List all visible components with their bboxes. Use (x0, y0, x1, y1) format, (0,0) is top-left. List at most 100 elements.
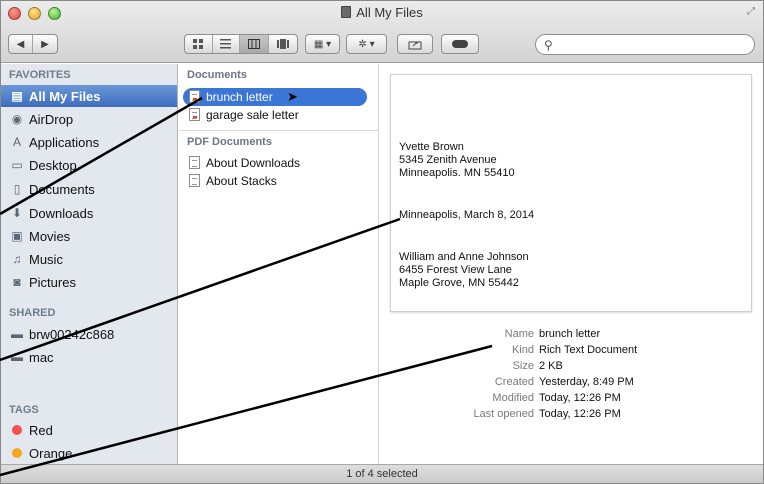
pictures-icon: ◙ (13, 275, 21, 289)
action-button[interactable]: ✲ ▾ (346, 34, 387, 54)
sidebar-item-documents[interactable]: ▯ Documents (1, 178, 177, 200)
preview-pane: Yvette Brown 5345 Zenith Avenue Minneapo… (380, 64, 763, 464)
sidebar-header-favorites: FAVORITES (9, 69, 71, 81)
sidebar-item-tag-orange[interactable]: Orange (1, 442, 177, 464)
sidebar-item-label: Pictures (29, 274, 76, 290)
search-input[interactable] (556, 37, 737, 52)
sidebar-item-shared-printer[interactable]: ▬ brw00242c868 (1, 323, 177, 345)
info-row-kind: Kind Rich Text Document (380, 344, 763, 357)
red-tag-icon (12, 425, 22, 435)
all-my-files-icon: ▤ (11, 89, 23, 103)
info-key: Created (494, 376, 534, 388)
file-item-label: garage sale letter (206, 108, 299, 122)
share-icon (408, 41, 422, 49)
sidebar-header-tags: TAGS (9, 404, 39, 416)
mouse-cursor-icon: ➤ (287, 89, 298, 104)
coverflow-view-icon[interactable] (269, 35, 297, 53)
column-view-icon[interactable] (240, 35, 269, 53)
titlebar: All My Files ⤢ ◀ ▶ ▦ ▾ ✲ ▾ ⚲ (1, 1, 763, 63)
info-value: Yesterday, 8:49 PM (539, 376, 634, 388)
info-row-last-opened: Last opened Today, 12:26 PM (380, 408, 763, 421)
group-divider (179, 130, 378, 131)
sidebar-item-label: Desktop (29, 157, 77, 173)
sidebar-item-applications[interactable]: A Applications (1, 131, 177, 153)
sidebar-item-label: brw00242c868 (29, 326, 115, 342)
info-row-size: Size 2 KB (380, 360, 763, 373)
music-icon: ♫ (12, 252, 22, 266)
arrange-icon: ▦ ▾ (313, 38, 332, 50)
view-mode-control (184, 34, 298, 54)
file-list-column: Documents brunch letter ➤ garage sale le… (179, 64, 379, 464)
status-bar: 1 of 4 selected (1, 464, 763, 483)
document-preview[interactable]: Yvette Brown 5345 Zenith Avenue Minneapo… (390, 74, 752, 312)
sidebar-item-label: Applications (29, 134, 100, 150)
sidebar-item-label: AirDrop (29, 111, 74, 127)
finder-window: All My Files ⤢ ◀ ▶ ▦ ▾ ✲ ▾ ⚲ FAVORITES ▤… (0, 0, 764, 484)
info-row-created: Created Yesterday, 8:49 PM (380, 376, 763, 389)
sidebar-item-label: Movies (29, 228, 71, 244)
pdf-document-icon (189, 156, 200, 169)
search-field[interactable]: ⚲ (535, 34, 755, 55)
orange-tag-icon (12, 448, 22, 458)
computer-icon: ▬ (11, 327, 23, 341)
arrange-button[interactable]: ▦ ▾ (305, 34, 340, 54)
back-arrow-icon[interactable]: ◀ (9, 35, 34, 53)
sidebar-item-music[interactable]: ♫ Music (1, 248, 177, 270)
movies-icon: ▣ (11, 229, 23, 243)
rtf-document-icon (189, 108, 200, 121)
desktop-icon: ▭ (11, 158, 23, 172)
file-item-garage-sale-letter[interactable]: garage sale letter (183, 106, 367, 124)
sidebar-item-label: Orange (29, 445, 73, 461)
sidebar-item-downloads[interactable]: ⬇ Downloads (1, 202, 177, 224)
info-value: Today, 12:26 PM (539, 392, 621, 404)
file-item-about-stacks[interactable]: About Stacks (183, 172, 367, 190)
list-view-icon[interactable] (213, 35, 241, 53)
downloads-icon: ⬇ (11, 206, 23, 220)
info-value: Today, 12:26 PM (539, 408, 621, 420)
fullscreen-icon[interactable]: ⤢ (747, 6, 755, 17)
info-row-modified: Modified Today, 12:26 PM (380, 392, 763, 405)
file-item-label: About Downloads (206, 156, 301, 170)
sidebar-item-all-my-files[interactable]: ▤ All My Files (1, 85, 177, 107)
tag-icon (452, 40, 468, 48)
gear-icon: ✲ ▾ (358, 38, 375, 50)
sender-name: Yvette Brown (399, 141, 464, 153)
info-value: brunch letter (539, 328, 601, 340)
recipient-city: Maple Grove, MN 55442 (399, 277, 519, 289)
sidebar-item-label: Music (29, 251, 63, 267)
sidebar-item-shared-mac[interactable]: ▬ mac (1, 346, 177, 368)
window-title-area: All My Files (1, 5, 763, 20)
info-value: Rich Text Document (539, 344, 638, 356)
info-key: Name (504, 328, 534, 340)
sidebar-item-pictures[interactable]: ◙ Pictures (1, 271, 177, 293)
file-item-brunch-letter[interactable]: brunch letter ➤ (183, 88, 367, 106)
recipient-name: William and Anne Johnson (399, 251, 529, 263)
file-item-about-downloads[interactable]: About Downloads (183, 154, 367, 172)
recipient-street: 6455 Forest View Lane (399, 264, 512, 276)
back-forward-control: ◀ ▶ (8, 34, 58, 54)
search-icon: ⚲ (544, 37, 553, 52)
documents-icon: ▯ (13, 182, 21, 196)
sidebar-item-movies[interactable]: ▣ Movies (1, 225, 177, 247)
sidebar-item-desktop[interactable]: ▭ Desktop (1, 154, 177, 176)
tags-button[interactable] (441, 34, 479, 54)
info-key: Last opened (473, 408, 534, 420)
icon-view-icon[interactable] (185, 35, 213, 53)
group-header-pdf-documents: PDF Documents (187, 136, 272, 148)
info-key: Size (512, 360, 534, 372)
sender-street: 5345 Zenith Avenue (399, 154, 497, 166)
sidebar-item-label: mac (29, 349, 54, 365)
letter-dateline: Minneapolis, March 8, 2014 (399, 209, 535, 221)
forward-arrow-icon[interactable]: ▶ (33, 35, 57, 53)
file-item-label: brunch letter (206, 90, 273, 104)
info-value: 2 KB (539, 360, 563, 372)
sidebar-item-tag-red[interactable]: Red (1, 419, 177, 441)
window-title: All My Files (356, 5, 423, 20)
info-key: Kind (511, 344, 534, 356)
sidebar-item-airdrop[interactable]: ◉ AirDrop (1, 108, 177, 130)
pdf-document-icon (189, 174, 200, 187)
group-header-documents: Documents (187, 69, 247, 81)
sidebar-item-label: Red (29, 422, 53, 438)
share-button[interactable] (397, 34, 433, 54)
sidebar-header-shared: SHARED (9, 307, 56, 319)
